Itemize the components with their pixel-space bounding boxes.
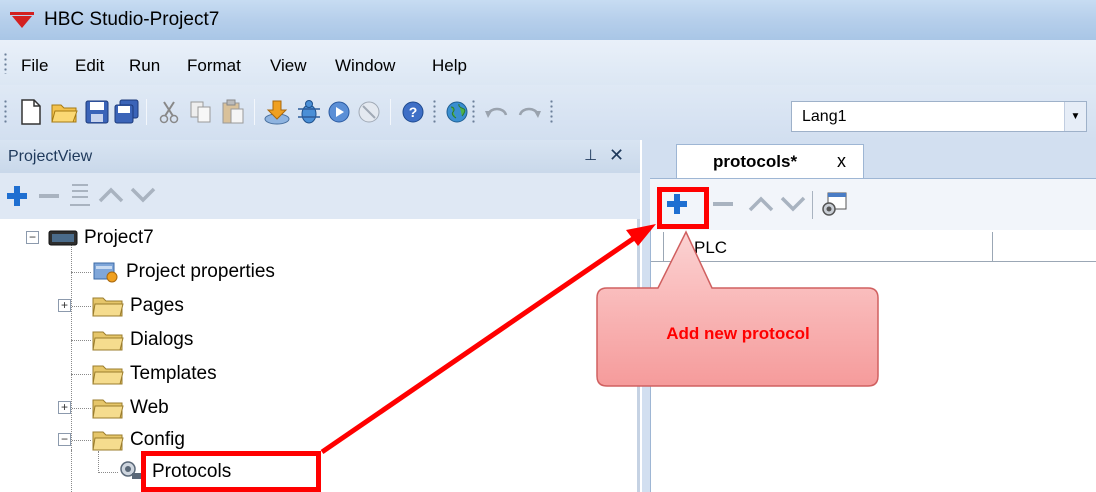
arrow-line <box>320 231 642 455</box>
annotation-overlay <box>320 224 879 455</box>
callout-bubble <box>596 230 879 387</box>
callout-text: Add new protocol <box>666 324 810 343</box>
